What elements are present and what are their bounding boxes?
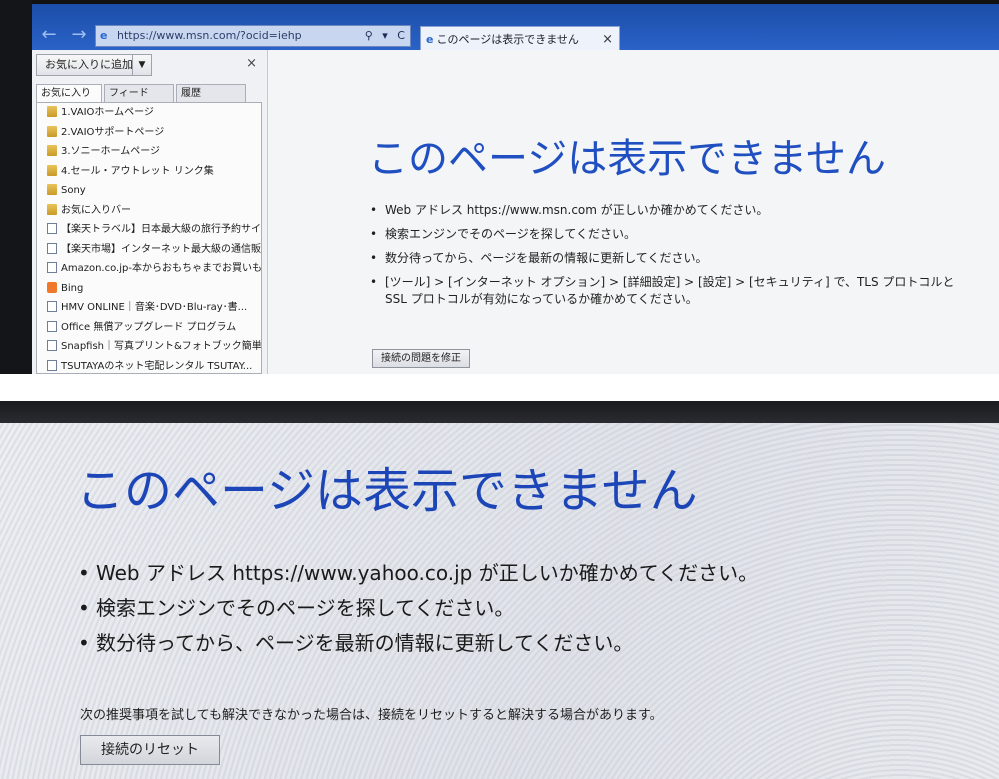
- favorite-item-label: HMV ONLINE｜音楽･DVD･Blu-ray･書...: [61, 302, 248, 313]
- favorite-item-label: お気に入りバー: [61, 204, 131, 216]
- favorite-item-label: Sony: [61, 185, 86, 196]
- ie-logo-icon: e: [100, 29, 108, 42]
- suggestion-item: Web アドレス https://www.yahoo.co.jp が正しいか確か…: [78, 559, 958, 587]
- favorite-item[interactable]: Office 無償アップグレード プログラム: [37, 318, 261, 338]
- folder-icon: [47, 184, 57, 195]
- reset-advice-text: 次の推奨事項を試しても解決できなかった場合は、接続をリセットすると解決する場合が…: [80, 708, 663, 723]
- favorite-item[interactable]: Amazon.co.jp-本からおもちゃまでお買いも...: [37, 259, 261, 279]
- folder-icon: [47, 145, 57, 156]
- address-text: https://www.msn.com/?ocid=iehp: [117, 29, 302, 42]
- suggestion-item: 数分待ってから、ページを最新の情報に更新してください。: [370, 250, 980, 267]
- forward-arrow-icon[interactable]: →: [68, 24, 90, 46]
- page-icon: [47, 223, 57, 234]
- favorite-item-label: TSUTAYAのネット宅配レンタル TSUTAY...: [61, 360, 253, 372]
- suggestion-list: Web アドレス https://www.msn.com が正しいか確かめてくだ…: [370, 202, 980, 315]
- add-to-favorites-button[interactable]: お気に入りに追加 ▼: [36, 54, 152, 76]
- favorite-item-label: 【楽天市場】インターネット最大級の通信販...: [61, 243, 261, 255]
- favorite-item-label: 【楽天トラベル】日本最大級の旅行予約サイ...: [61, 224, 261, 235]
- favorites-list: 1.VAIOホームページ 2.VAIOサポートページ 3.ソニーホームページ 4.セー…: [36, 102, 262, 374]
- favorite-item-label: 4.セール・アウトレット リンク集: [61, 165, 214, 177]
- page-title: このページは表示できません: [368, 136, 886, 182]
- favorite-item-label: 1.VAIOホームページ: [61, 107, 154, 118]
- favorite-item[interactable]: Bing: [37, 279, 261, 299]
- favorite-item[interactable]: 3.ソニーホームページ: [37, 142, 261, 162]
- tab-favorites[interactable]: お気に入り: [36, 84, 102, 103]
- error-page-top: このページは表示できません Web アドレス https://www.msn.c…: [268, 50, 999, 374]
- favorite-item-label: Bing: [61, 282, 84, 294]
- browser-toolbar: ← → e https://www.msn.com/?ocid=iehp ⚲ ▾ …: [32, 4, 999, 54]
- chevron-down-icon[interactable]: ▼: [132, 55, 151, 75]
- top-screenshot: ← → e https://www.msn.com/?ocid=iehp ⚲ ▾ …: [0, 0, 999, 374]
- favorite-item[interactable]: 【楽天市場】インターネット最大級の通信販...: [37, 240, 261, 260]
- folder-icon: [47, 203, 57, 215]
- favorite-item-label: 3.ソニーホームページ: [61, 146, 161, 157]
- page-icon: [47, 340, 57, 351]
- favorite-item[interactable]: 1.VAIOホームページ: [37, 103, 261, 123]
- favorite-item[interactable]: Snapfish｜写真プリント&フォトブック簡単注...: [37, 337, 261, 357]
- suggestion-item: 数分待ってから、ページを最新の情報に更新してください。: [78, 629, 958, 657]
- tab-history[interactable]: 履歴: [176, 84, 246, 103]
- page-title: このページは表示できません: [76, 463, 698, 519]
- suggestion-item: [ツール] > [インターネット オプション] > [詳細設定] > [設定] …: [370, 274, 980, 308]
- folder-icon: [47, 125, 57, 137]
- folder-icon: [47, 164, 57, 176]
- address-bar[interactable]: e https://www.msn.com/?ocid=iehp ⚲ ▾ C: [95, 25, 411, 47]
- favorite-item-label: 2.VAIOサポートページ: [61, 126, 165, 138]
- suggestion-list: Web アドレス https://www.yahoo.co.jp が正しいか確か…: [78, 559, 958, 664]
- page-icon: [47, 242, 57, 254]
- close-icon[interactable]: ×: [246, 56, 257, 71]
- reset-connection-button[interactable]: 接続のリセット: [80, 735, 220, 765]
- favorite-item[interactable]: 4.セール・アウトレット リンク集: [37, 162, 261, 182]
- monitor-bezel-top: [0, 401, 999, 423]
- suggestion-item: 検索エンジンでそのページを探してください。: [78, 594, 958, 622]
- page-icon: [47, 301, 57, 312]
- tab-title: このページは表示できません: [436, 33, 579, 46]
- favorite-item-label: Office 無償アップグレード プログラム: [61, 321, 237, 333]
- favorite-item[interactable]: HMV ONLINE｜音楽･DVD･Blu-ray･書...: [37, 298, 261, 318]
- suggestion-item: Web アドレス https://www.msn.com が正しいか確かめてくだ…: [370, 202, 980, 219]
- favorite-item-label: Amazon.co.jp-本からおもちゃまでお買いも...: [61, 263, 261, 274]
- fix-connection-button[interactable]: 接続の問題を修正: [372, 349, 470, 368]
- favorite-item[interactable]: 2.VAIOサポートページ: [37, 123, 261, 143]
- bottom-screenshot: このページは表示できません Web アドレス https://www.yahoo…: [0, 401, 999, 779]
- bing-icon: [47, 281, 57, 293]
- page-icon: [47, 262, 57, 273]
- monitor-bezel-left: [0, 0, 32, 374]
- page-icon: [47, 320, 57, 332]
- favorite-item[interactable]: お気に入りバー: [37, 201, 261, 221]
- favorite-item[interactable]: TSUTAYAのネット宅配レンタル TSUTAY...: [37, 357, 261, 374]
- add-to-favorites-label: お気に入りに追加: [45, 58, 133, 71]
- search-refresh-icons[interactable]: ⚲ ▾ C: [365, 26, 408, 46]
- back-arrow-icon[interactable]: ←: [38, 24, 60, 46]
- folder-icon: [47, 106, 57, 117]
- page-icon: [47, 359, 57, 371]
- image-separator: [0, 374, 999, 401]
- favorite-item[interactable]: 【楽天トラベル】日本最大級の旅行予約サイ...: [37, 220, 261, 240]
- favorite-item[interactable]: Sony: [37, 181, 261, 201]
- favorites-center: お気に入りに追加 ▼ × お気に入り フィード 履歴 1.VAIOホームページ 2…: [32, 50, 268, 374]
- tab-feeds[interactable]: フィード: [104, 84, 174, 103]
- suggestion-item: 検索エンジンでそのページを探してください。: [370, 226, 980, 243]
- favorite-item-label: Snapfish｜写真プリント&フォトブック簡単注...: [61, 341, 261, 352]
